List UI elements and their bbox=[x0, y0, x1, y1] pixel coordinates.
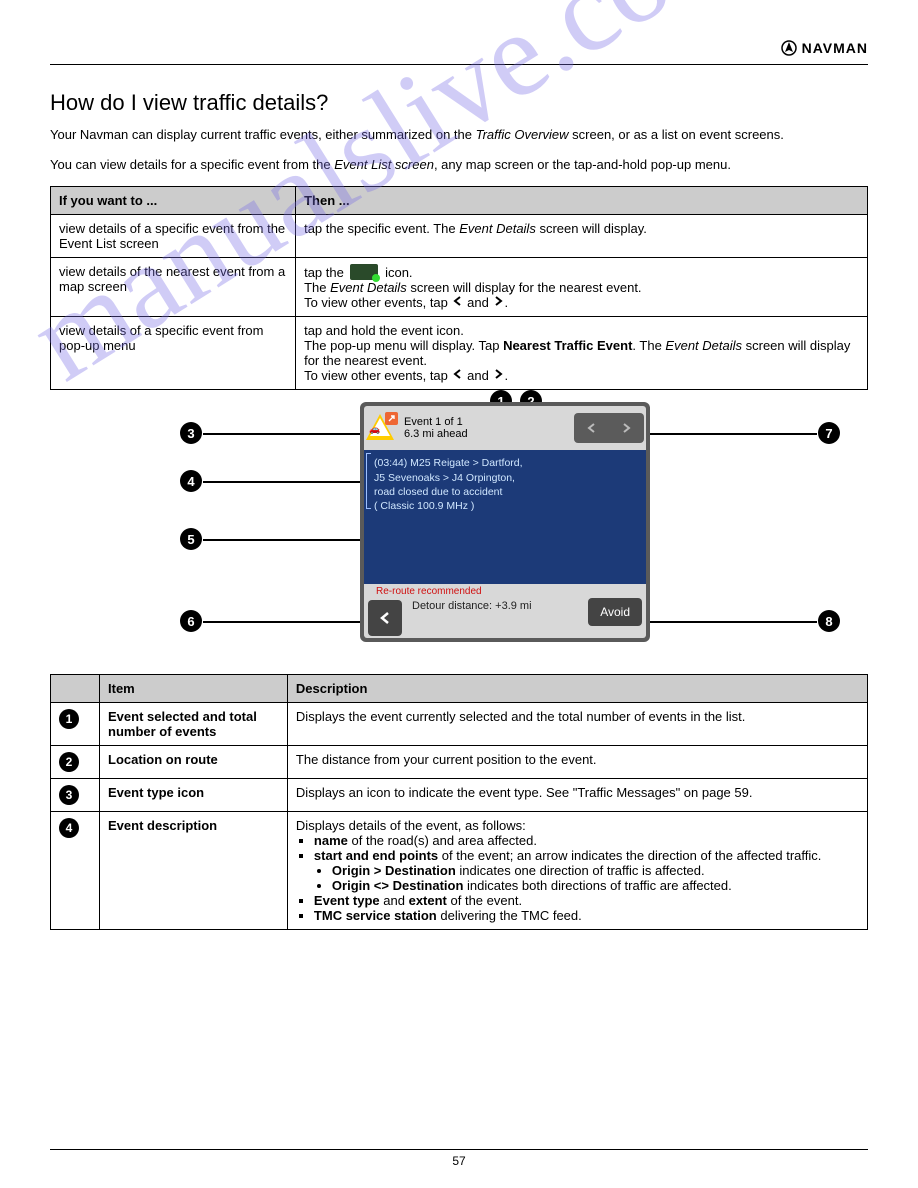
brand-logo: NAVMAN bbox=[781, 40, 868, 56]
table-row: view details of the nearest event from a… bbox=[51, 258, 868, 317]
prev-event-button[interactable] bbox=[575, 414, 609, 442]
col-head-then: Then ... bbox=[296, 187, 868, 215]
callout-4: 4 bbox=[180, 470, 202, 492]
col-head-if: If you want to ... bbox=[51, 187, 296, 215]
reroute-text: Re-route recommended bbox=[376, 586, 482, 597]
prev-icon bbox=[452, 368, 464, 380]
section-title: How do I view traffic details? bbox=[50, 90, 868, 116]
table-header-row: Item Description bbox=[51, 675, 868, 703]
next-icon bbox=[492, 295, 504, 307]
num-badge-1: 1 bbox=[59, 709, 79, 729]
detour-badge-icon bbox=[385, 412, 398, 425]
table-row: 2 Location on route The distance from yo… bbox=[51, 746, 868, 779]
detour-distance-text: Detour distance: +3.9 mi bbox=[412, 600, 532, 612]
callout-7: 7 bbox=[818, 422, 840, 444]
event-details-diagram: 3 4 5 6 1 2 7 8 bbox=[50, 402, 868, 662]
actions-table: If you want to ... Then ... view details… bbox=[50, 186, 868, 390]
callout-6: 6 bbox=[180, 610, 202, 632]
device-screenshot: 🚗 Event 1 of 1 6.3 mi ahead bbox=[360, 402, 650, 642]
items-table: Item Description 1 Event selected and to… bbox=[50, 674, 868, 930]
next-event-button[interactable] bbox=[609, 414, 643, 442]
device-top-bar: 🚗 Event 1 of 1 6.3 mi ahead bbox=[364, 406, 646, 450]
device-bottom-bar: Re-route recommended Detour distance: +3… bbox=[364, 584, 646, 638]
intro-paragraph-1: Your Navman can display current traffic … bbox=[50, 126, 868, 144]
table-row: 4 Event description Displays details of … bbox=[51, 812, 868, 930]
tmc-status-icon bbox=[350, 264, 378, 280]
table-row: view details of a specific event from th… bbox=[51, 215, 868, 258]
table-row: view details of a specific event from po… bbox=[51, 317, 868, 390]
event-type-icon: 🚗 bbox=[366, 414, 396, 442]
col-head-item: Item bbox=[100, 675, 288, 703]
navman-icon bbox=[781, 40, 797, 56]
event-description-panel: (03:44) M25 Reigate > Dartford, J5 Seven… bbox=[364, 450, 646, 584]
num-badge-3: 3 bbox=[59, 785, 79, 805]
callout-3: 3 bbox=[180, 422, 202, 444]
page-header: NAVMAN bbox=[50, 40, 868, 65]
table-row: 1 Event selected and total number of eve… bbox=[51, 703, 868, 746]
page-container: NAVMAN manualslive.com How do I view tra… bbox=[0, 0, 918, 1188]
back-button[interactable] bbox=[368, 600, 402, 636]
col-head-desc: Description bbox=[287, 675, 867, 703]
avoid-button[interactable]: Avoid bbox=[588, 598, 642, 626]
callout-5: 5 bbox=[180, 528, 202, 550]
event-distance-text: 6.3 mi ahead bbox=[404, 428, 570, 441]
page-number: 57 bbox=[452, 1154, 465, 1168]
num-badge-2: 2 bbox=[59, 752, 79, 772]
page-footer: 57 bbox=[50, 1149, 868, 1168]
table-header-row: If you want to ... Then ... bbox=[51, 187, 868, 215]
event-count-text: Event 1 of 1 bbox=[404, 416, 570, 429]
table-row: 3 Event type icon Displays an icon to in… bbox=[51, 779, 868, 812]
brand-text: NAVMAN bbox=[802, 40, 868, 56]
num-badge-4: 4 bbox=[59, 818, 79, 838]
intro-paragraph-2: You can view details for a specific even… bbox=[50, 156, 868, 174]
col-head-num bbox=[51, 675, 100, 703]
prev-icon bbox=[452, 295, 464, 307]
nav-arrows[interactable] bbox=[574, 413, 644, 443]
next-icon bbox=[492, 368, 504, 380]
callout-8: 8 bbox=[818, 610, 840, 632]
